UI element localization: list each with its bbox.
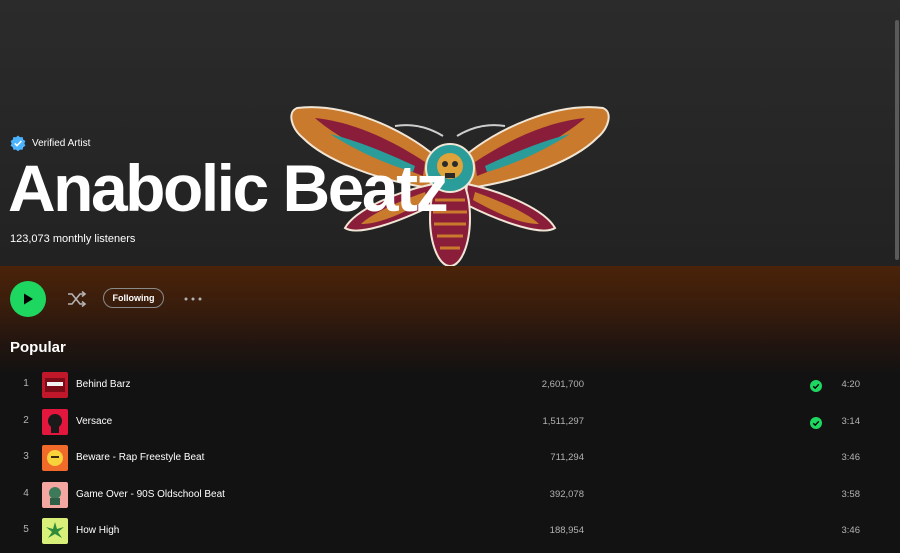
popular-heading: Popular <box>10 339 66 356</box>
track-duration: 3:58 <box>841 488 861 500</box>
track-row[interactable]: 1 Behind Barz 2,601,700 4:20 <box>0 366 900 403</box>
track-cover-art <box>42 445 68 471</box>
track-row[interactable]: 2 Versace 1,511,297 3:14 <box>0 403 900 440</box>
scrollbar[interactable] <box>894 0 900 553</box>
track-number: 3 <box>23 451 29 462</box>
following-button[interactable]: Following <box>103 288 164 308</box>
track-title[interactable]: Versace <box>76 416 112 427</box>
action-bar-background <box>0 266 900 376</box>
play-button[interactable] <box>10 281 46 317</box>
more-options-icon[interactable] <box>182 289 204 309</box>
scrollbar-thumb[interactable] <box>895 20 899 260</box>
track-number: 4 <box>23 487 29 499</box>
track-title[interactable]: How High <box>76 525 119 536</box>
track-play-count: 392,078 <box>549 488 584 500</box>
track-cover-art <box>42 408 68 435</box>
track-number: 5 <box>23 524 29 535</box>
play-icon <box>24 293 33 305</box>
track-cover-art <box>42 518 68 544</box>
track-play-count: 2,601,700 <box>541 379 584 390</box>
shuffle-icon[interactable] <box>66 289 88 309</box>
track-duration: 4:20 <box>841 379 861 390</box>
track-cover-art <box>42 372 68 398</box>
track-number: 2 <box>23 414 29 426</box>
popular-track-list: 1 Behind Barz 2,601,700 4:20 2 Versace 1 <box>0 366 900 549</box>
verified-artist-label: Verified Artist <box>32 137 91 149</box>
track-play-count: 188,954 <box>549 525 584 536</box>
monthly-listeners: 123,073 monthly listeners <box>10 233 136 245</box>
track-title[interactable]: Beware - Rap Freestyle Beat <box>76 452 204 463</box>
track-row[interactable]: 3 Beware - Rap Freestyle Beat 711,294 3:… <box>0 439 900 476</box>
track-number: 1 <box>23 378 29 389</box>
track-row[interactable]: 5 How High 188,954 3:46 <box>0 512 900 549</box>
track-title[interactable]: Behind Barz <box>76 379 130 390</box>
track-cover-art <box>42 481 68 508</box>
track-title[interactable]: Game Over - 90S Oldschool Beat <box>76 489 225 500</box>
track-play-count: 1,511,297 <box>542 415 584 427</box>
track-play-count: 711,294 <box>550 452 584 463</box>
track-row[interactable]: 4 Game Over - 90S Oldschool Beat 392,078… <box>0 476 900 513</box>
track-duration: 3:46 <box>841 525 861 536</box>
artist-header: Verified Artist Anabolic Beatz 123,073 m… <box>0 0 900 266</box>
track-duration: 3:14 <box>841 415 861 427</box>
artist-name: Anabolic Beatz <box>8 151 449 225</box>
track-duration: 3:46 <box>841 452 861 463</box>
